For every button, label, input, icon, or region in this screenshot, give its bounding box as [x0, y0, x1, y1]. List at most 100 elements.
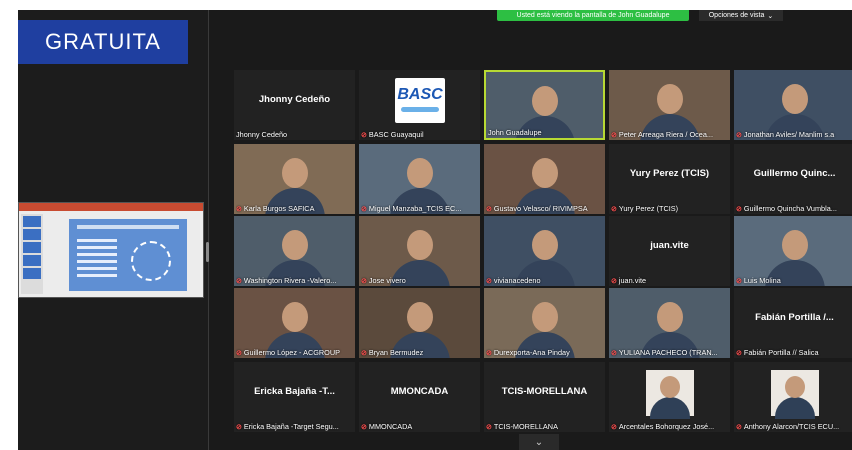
participant-name: YULIANA PACHECO (TRAN...	[618, 348, 718, 357]
promo-badge: GRATUITA	[18, 20, 188, 64]
participant-name-label: ⊘ Gustavo Velasco/ RIVIMPSA	[486, 204, 603, 213]
participant-face	[531, 158, 558, 188]
participant-face	[406, 158, 433, 188]
participant-name-label: ⊘ Yury Perez (TCIS)	[611, 204, 728, 213]
participant-tile[interactable]: Ericka Bajaña -T... ⊘ Ericka Bajaña -Targe…	[234, 362, 355, 432]
participant-name-label: ⊘ Washington Rivera -Valero...	[236, 276, 353, 285]
participant-name: Peter Arreaga Riera / Ocea...	[618, 130, 713, 139]
participant-tile[interactable]: ⊘ Jonathan Aviles/ Manlim s.a	[734, 70, 852, 140]
participant-name-label: ⊘ Jose vivero	[361, 276, 478, 285]
mic-muted-icon: ⊘	[361, 423, 367, 431]
shared-content-panel: GRATUITA	[18, 10, 208, 450]
participant-name-label: ⊘ Jonathan Aviles/ Manlim s.a	[736, 130, 852, 139]
participant-tile[interactable]: ⊘ Arcentales Bohorquez José...	[609, 362, 730, 432]
zoom-meeting-window: GRATUITA Usted está viendo la pantalla d…	[18, 10, 852, 450]
participant-name-label: ⊘ Fabián Portilla // Salica	[736, 348, 852, 357]
logo-text: BASC	[397, 86, 443, 103]
participant-name: Luis Molina	[743, 276, 781, 285]
participant-name: Fabián Portilla // Salica	[743, 348, 819, 357]
participant-tile[interactable]: ⊘ Durexporta-Ana Pinday	[484, 288, 605, 358]
participant-name: Yury Perez (TCIS)	[618, 204, 679, 213]
participant-tile[interactable]: ⊘ Anthony Alarcon/TCIS ECU...	[734, 362, 852, 432]
participant-name: Jhonny Cedeño	[236, 130, 288, 139]
mic-muted-icon: ⊘	[486, 277, 492, 285]
participant-face	[660, 376, 680, 398]
participant-name-label: Jhonny Cedeño	[236, 130, 353, 139]
participant-tile[interactable]: ⊘ Jose vivero	[359, 216, 480, 286]
slide-text-lines	[77, 239, 117, 281]
participant-name-label: ⊘ Bryan Bermudez	[361, 348, 478, 357]
participant-display-name: Yury Perez (TCIS)	[629, 168, 710, 179]
mic-muted-icon: ⊘	[361, 277, 367, 285]
participant-tile[interactable]: MMONCADA ⊘ MMONCADA	[359, 362, 480, 432]
participant-tile[interactable]: Fabián Portilla /... ⊘ Fabián Portilla // …	[734, 288, 852, 358]
participant-display-name: Fabián Portilla /...	[755, 312, 834, 323]
participant-tile[interactable]: ⊘ Washington Rivera -Valero...	[234, 216, 355, 286]
participant-face	[656, 302, 683, 332]
mic-muted-icon: ⊘	[611, 277, 617, 285]
participant-tile[interactable]: BASC ⊘ BASC Guayaquil	[359, 70, 480, 140]
participant-name: Washington Rivera -Valero...	[243, 276, 337, 285]
participant-name: BASC Guayaquil	[368, 130, 424, 139]
mic-muted-icon: ⊘	[361, 205, 367, 213]
mic-muted-icon: ⊘	[736, 131, 742, 139]
participant-tile[interactable]: ⊘ vivianacedeno	[484, 216, 605, 286]
mic-muted-icon: ⊘	[611, 205, 617, 213]
participant-tile[interactable]: ⊘ YULIANA PACHECO (TRAN...	[609, 288, 730, 358]
participant-tile[interactable]: ⊘ Peter Arreaga Riera / Ocea...	[609, 70, 730, 140]
mic-muted-icon: ⊘	[736, 349, 742, 357]
participant-name: vivianacedeno	[493, 276, 541, 285]
participant-face	[531, 86, 558, 116]
participant-tile[interactable]: ⊘ Gustavo Velasco/ RIVIMPSA	[484, 144, 605, 214]
participant-face	[781, 84, 808, 114]
participant-tile[interactable]: juan.vite ⊘ juan.vite	[609, 216, 730, 286]
mic-muted-icon: ⊘	[736, 423, 742, 431]
participant-tile[interactable]: ⊘ Karla Burgos SAFICA	[234, 144, 355, 214]
participant-face	[281, 230, 308, 260]
participant-name: Karla Burgos SAFICA	[243, 204, 315, 213]
participant-name: Miguel Manzaba_TCIS EC...	[368, 204, 462, 213]
slide-thumb	[23, 229, 41, 240]
participant-body	[775, 397, 815, 419]
participant-name: MMONCADA	[368, 422, 413, 431]
participant-name-label: ⊘ vivianacedeno	[486, 276, 603, 285]
view-options-button[interactable]: Opciones de vista ⌄	[699, 10, 783, 21]
participant-display-name: juan.vite	[650, 240, 689, 251]
participant-body	[650, 397, 690, 419]
slide-thumb	[23, 255, 41, 266]
participant-tile[interactable]: TCIS-MORELLANA ⊘ TCIS-MORELLANA	[484, 362, 605, 432]
screen-share-banner: Usted está viendo la pantalla de John Gu…	[497, 10, 689, 21]
participant-name: Gustavo Velasco/ RIVIMPSA	[493, 204, 588, 213]
chevron-down-icon[interactable]: ⌄	[519, 434, 559, 450]
participant-tile[interactable]: Jhonny Cedeño Jhonny Cedeño	[234, 70, 355, 140]
mic-muted-icon: ⊘	[611, 423, 617, 431]
participant-name: Guillermo López - ACGROUP	[243, 348, 340, 357]
participant-display-name: Guillermo Quinc...	[753, 168, 836, 179]
participant-name-label: ⊘ Luis Molina	[736, 276, 852, 285]
participant-tile[interactable]: ⊘ Guillermo López - ACGROUP	[234, 288, 355, 358]
mic-muted-icon: ⊘	[361, 349, 367, 357]
mic-muted-icon: ⊘	[236, 277, 242, 285]
mic-muted-icon: ⊘	[611, 131, 617, 139]
chevron-down-icon: ⌄	[767, 12, 774, 20]
participant-display-name: Ericka Bajaña -T...	[254, 386, 335, 397]
mic-muted-icon: ⊘	[486, 349, 492, 357]
participant-name: Arcentales Bohorquez José...	[618, 422, 715, 431]
participant-face	[785, 376, 805, 398]
participant-name-label: ⊘ Miguel Manzaba_TCIS EC...	[361, 204, 478, 213]
participant-name-label: ⊘ Guillermo Quincha Vumbla...	[736, 204, 852, 213]
shared-screen-thumbnail[interactable]	[18, 202, 204, 298]
participant-tile[interactable]: Guillermo Quinc... ⊘ Guillermo Quincha Vum…	[734, 144, 852, 214]
participant-tile[interactable]: Yury Perez (TCIS) ⊘ Yury Perez (TCIS)	[609, 144, 730, 214]
participant-tile[interactable]: ⊘ Miguel Manzaba_TCIS EC...	[359, 144, 480, 214]
participant-face	[406, 230, 433, 260]
participant-tile[interactable]: John Guadalupe	[484, 70, 605, 140]
participant-name-label: ⊘ Anthony Alarcon/TCIS ECU...	[736, 422, 852, 431]
participant-name-label: ⊘ MMONCADA	[361, 422, 478, 431]
participant-face	[531, 230, 558, 260]
participant-face	[656, 84, 683, 114]
mic-muted-icon: ⊘	[236, 423, 242, 431]
participant-name: Bryan Bermudez	[368, 348, 424, 357]
participant-tile[interactable]: ⊘ Bryan Bermudez	[359, 288, 480, 358]
participant-tile[interactable]: ⊘ Luis Molina	[734, 216, 852, 286]
